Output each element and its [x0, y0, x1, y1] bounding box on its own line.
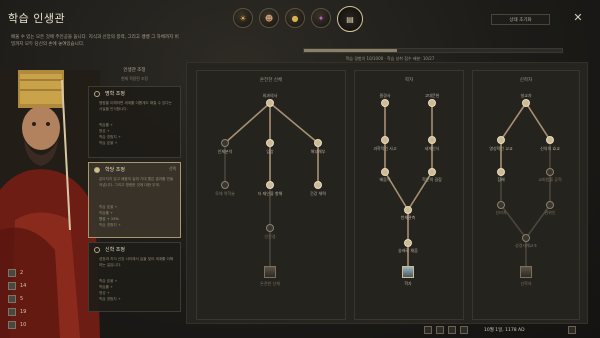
focus-card-theology[interactable]: 신학 조정 성장과 지식 신앙 사이에서 길을 찾아 세계를 이해하는 길입니다… [88, 242, 181, 312]
perk-label[interactable]: 외과의사 [250, 93, 290, 99]
focus-card-scholarship[interactable]: 학당 조정 선택 같아지지 않고 배움의 길에 기대 좋은 결과를 만들어냅니다… [88, 162, 181, 238]
focus-radio [94, 91, 100, 97]
page-title: 학습 인생관 [8, 12, 66, 25]
perk-label[interactable]: 영성적인 교교 [478, 146, 524, 152]
perk-label[interactable]: 학문의 길잡 [412, 177, 452, 183]
diplomacy-icon [8, 268, 16, 277]
tab-person[interactable]: ☻ [259, 8, 279, 28]
intrigue-icon [8, 307, 16, 316]
game-date: 10월 1일, 1178 AD [484, 328, 525, 333]
selected-tag: 선택 [169, 166, 176, 171]
perk-label[interactable]: 설교자 [506, 93, 546, 99]
trait-label: 신학자 [520, 281, 532, 286]
focus-effect: 학습 경험치 + [99, 297, 121, 301]
trait-icon-body[interactable] [264, 266, 276, 278]
experience-progress-bar [303, 48, 563, 53]
coin-icon: ● [291, 13, 299, 23]
focus-title: 학당 조정 [105, 167, 125, 173]
page-subtitle: 배울 수 있는 모든 것에 주인공을 둡니다. 지식과 신앙의 봉력, 그리고 … [11, 35, 179, 47]
perk-label[interactable]: 천체관측 [388, 215, 428, 221]
focus-effect: 학습 경험치 + [99, 223, 121, 227]
stewardship-icon [8, 294, 16, 303]
stat-learning: 10 [8, 318, 38, 331]
stat-martial: 14 [8, 279, 38, 292]
focus-effect: 학습 효율 + [99, 205, 118, 209]
focus-description: 명령을 이해하면 세계를 이롭게도 해칠 수 있다는 사실을 인식합니다. [99, 101, 172, 111]
focus-effect: 명성 + 15% [99, 217, 119, 221]
tree-column-title: 온전한 신체 [259, 78, 283, 83]
perk-label[interactable]: 필경사 [365, 93, 405, 99]
menu-icon[interactable] [568, 326, 576, 334]
calendar-icon[interactable] [424, 326, 432, 334]
perk-label[interactable]: 고대문헌 [412, 93, 452, 99]
focus-description: 성장과 지식 신앙 사이에서 길을 찾아 세계를 이해하는 길입니다. [99, 257, 174, 267]
focus-effect: 학습 효율 + [99, 279, 118, 283]
learning-icon [8, 320, 16, 329]
stat-diplomacy: 2 [8, 266, 38, 279]
focus-radio-selected [94, 167, 100, 173]
tree-column-title: 학자 [404, 78, 414, 83]
focus-effect: 학습률 + [99, 123, 114, 127]
character-stats: 2 14 5 19 10 [8, 266, 38, 331]
perk-label[interactable]: 숭배로 채움 [388, 248, 428, 254]
focus-description: 같아지지 않고 배움의 길에 기대 좋은 결과를 만들어냅니다. 그리고 명령한… [99, 177, 174, 187]
martial-icon [8, 281, 16, 290]
perk-label[interactable]: 신비지 [481, 210, 521, 216]
close-icon[interactable]: ✕ [572, 12, 584, 24]
reset-button[interactable]: 상태 초기화 [491, 14, 550, 25]
perk-label[interactable]: 임상 [250, 149, 290, 155]
perk-label[interactable]: 건강 체력 [298, 191, 338, 197]
stat-intrigue: 19 [8, 305, 38, 318]
focus-effect: 학습률 + [99, 285, 114, 289]
sun-icon: ☀ [239, 13, 247, 23]
trait-label: 온전한 신체 [260, 281, 280, 286]
perk-label[interactable]: 인체분석 [205, 149, 245, 155]
focus-card-medicine[interactable]: 명학 조정 명령을 이해하면 세계를 이롭게도 해칠 수 있다는 사실을 인식합… [88, 86, 181, 158]
perk-label[interactable]: 더 제인을 향해 [245, 191, 295, 197]
perk-label[interactable]: 세계인식 [412, 146, 452, 152]
panel-heading: 인생관 조정 [123, 68, 146, 73]
perk-label[interactable]: 과학적인 사고 [361, 146, 409, 152]
focus-effect: 학습 경험치 + [99, 135, 121, 139]
trait-label: 학자 [404, 281, 412, 286]
perk-label[interactable]: 권위인 [530, 210, 570, 216]
perk-label[interactable]: 육체 역학술 [205, 191, 245, 197]
focus-effect: 명성 + [99, 291, 110, 295]
focus-title: 명학 조정 [105, 91, 125, 97]
focus-title: 신학 조정 [105, 247, 125, 253]
pause-icon[interactable] [448, 326, 456, 334]
lifestyle-tabs: ☀ ☻ ● ✦ ▤ [233, 6, 363, 32]
book-icon: ▤ [346, 14, 354, 24]
panel-subheading: 현재 적용된 조정 [121, 76, 148, 81]
tab-coin[interactable]: ● [285, 8, 305, 28]
perk-label[interactable]: 해부해부 [298, 149, 338, 155]
trait-icon-theologian[interactable] [520, 266, 532, 278]
trait-icon-scholar[interactable] [402, 266, 414, 278]
perk-label[interactable]: 배움학 [365, 177, 405, 183]
perk-label[interactable]: 성경사해교조 [503, 243, 549, 249]
perk-label[interactable]: 인간경 [250, 234, 290, 240]
focus-effect: 학습 효율 + [99, 141, 118, 145]
focus-effect: 학습률 + [99, 211, 114, 215]
perk-label[interactable]: 참배 [481, 177, 521, 183]
stat-stewardship: 5 [8, 292, 38, 305]
tab-learning[interactable]: ▤ [337, 6, 363, 32]
tree-column-title: 신학자 [519, 78, 533, 83]
perk-label[interactable]: 교회법을 공적 [528, 177, 572, 183]
fast-icon[interactable] [460, 326, 468, 334]
person-icon: ☻ [264, 13, 274, 23]
focus-radio [94, 247, 100, 253]
tab-potion[interactable]: ✦ [311, 8, 331, 28]
perk-label[interactable]: 신의의 효교 [530, 146, 570, 152]
focus-effect: 명성 + [99, 129, 110, 133]
progress-fill [304, 49, 397, 52]
speed-icon[interactable] [436, 326, 444, 334]
tab-sun[interactable]: ☀ [233, 8, 253, 28]
potion-icon: ✦ [317, 13, 325, 23]
